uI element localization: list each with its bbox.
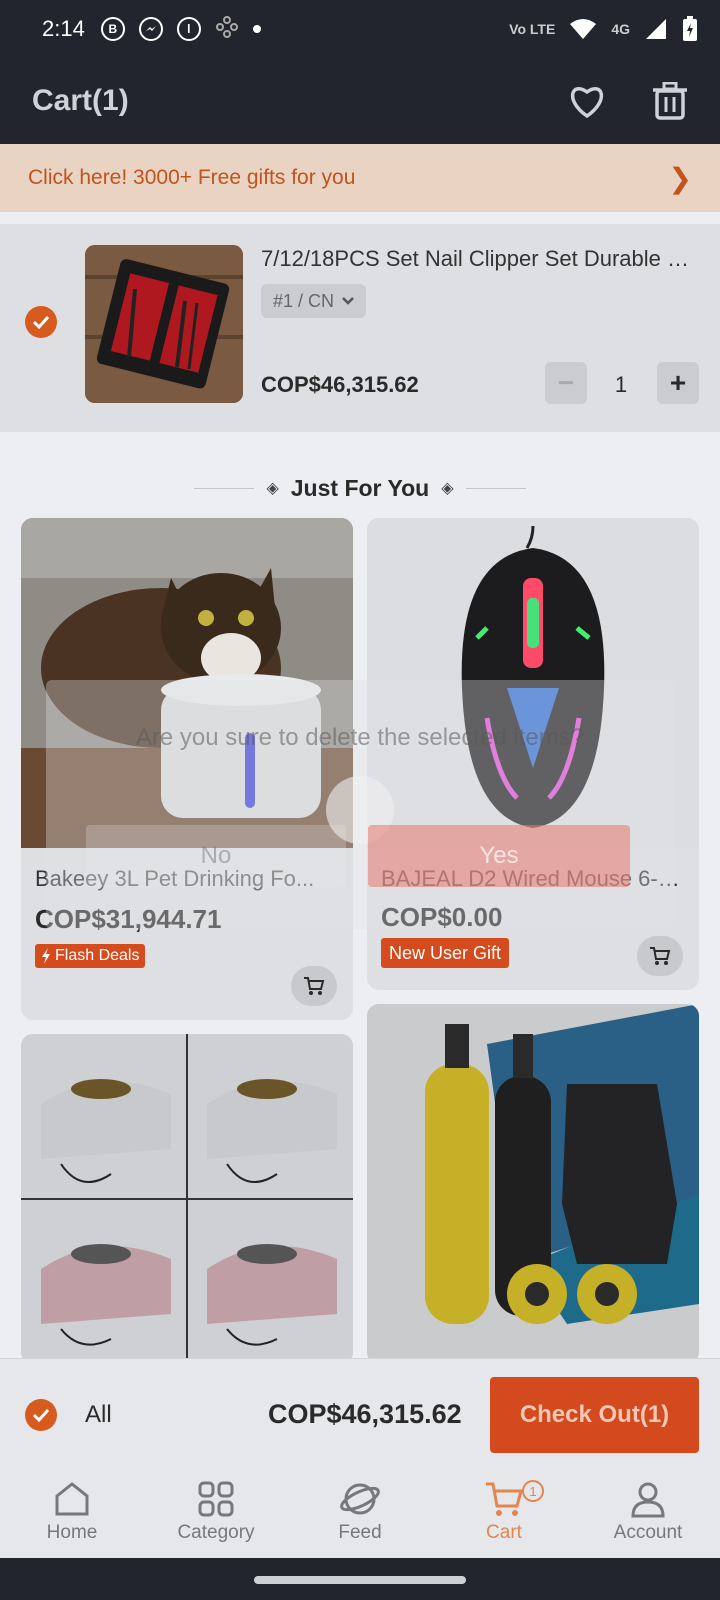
nav-home[interactable]: Home <box>0 1470 144 1558</box>
wifi-icon <box>570 19 597 39</box>
section-title: Just For You <box>290 474 430 501</box>
nav-account[interactable]: Account <box>576 1470 720 1558</box>
add-to-cart-button[interactable] <box>637 936 683 976</box>
chevron-right-icon: ❯ <box>668 162 692 194</box>
network-label: 4G <box>611 21 630 37</box>
divider <box>465 487 526 489</box>
promo-text: Click here! 3000+ Free gifts for you <box>28 166 356 189</box>
nav-label: Category <box>177 1522 255 1543</box>
signal-icon <box>646 19 666 39</box>
cart-icon <box>304 977 325 995</box>
variant-label: #1 / CN <box>273 290 335 311</box>
quantity-increase-button[interactable]: + <box>657 362 699 404</box>
cart-icon <box>486 1482 523 1516</box>
nav-label: Cart <box>486 1522 522 1543</box>
product-image <box>21 1034 353 1364</box>
divider <box>194 487 255 489</box>
app-icon: l <box>176 17 201 41</box>
nav-label: Feed <box>338 1522 382 1543</box>
cart-count-badge: 1 <box>522 1480 544 1502</box>
quantity-value: 1 <box>614 372 628 397</box>
status-right: Vo LTE 4G <box>509 16 698 42</box>
product-card[interactable] <box>21 1034 353 1364</box>
nav-category[interactable]: Category <box>144 1470 288 1558</box>
add-to-cart-button[interactable] <box>291 966 337 1006</box>
nav-label: Home <box>46 1522 98 1543</box>
cart-icon <box>650 947 671 965</box>
app-header: Cart(1) <box>0 58 720 144</box>
product-thumbnail[interactable] <box>85 245 243 403</box>
bottom-navigation: Home Category Feed 1 Cart Account <box>0 1470 720 1558</box>
delete-confirm-dialog: Are you sure to delete the selected item… <box>46 680 674 930</box>
product-card[interactable] <box>367 1004 699 1364</box>
new-user-gift-badge: New User Gift <box>381 938 510 968</box>
user-icon <box>631 1482 665 1518</box>
dots-icon <box>215 15 239 44</box>
lightning-icon <box>42 948 50 964</box>
badge-label: Flash Deals <box>55 947 140 964</box>
chevron-down-icon <box>342 297 354 305</box>
planet-icon <box>340 1483 380 1515</box>
quantity-decrease-button[interactable]: − <box>545 362 587 404</box>
grid-icon <box>198 1481 234 1517</box>
heart-icon[interactable] <box>568 83 606 119</box>
select-all-checkbox[interactable] <box>25 1399 57 1431</box>
page-title: Cart(1) <box>32 84 129 117</box>
home-icon <box>55 1482 89 1516</box>
messenger-icon <box>138 17 163 41</box>
home-gesture-handle[interactable] <box>254 1576 466 1584</box>
variant-selector[interactable]: #1 / CN <box>261 284 367 318</box>
just-for-you-header: ◈ Just For You ◈ <box>0 468 720 508</box>
item-checkbox[interactable] <box>25 306 57 338</box>
status-time: 2:14 <box>42 16 85 41</box>
no-button[interactable]: No <box>86 825 346 887</box>
volte-icon: Vo LTE <box>509 21 556 37</box>
status-bar: 2:14 B l Vo LTE 4G <box>0 0 720 58</box>
notification-icons: B l <box>100 15 261 44</box>
flash-deals-badge: Flash Deals <box>35 944 146 968</box>
yes-button[interactable]: Yes <box>368 825 630 887</box>
cart-item-price: COP$46,315.62 <box>261 372 419 397</box>
product-image <box>367 1004 699 1364</box>
trash-icon[interactable] <box>652 82 688 120</box>
diamond-icon: ◈ <box>266 480 279 497</box>
nav-label: Account <box>613 1522 683 1543</box>
free-gifts-banner[interactable]: Click here! 3000+ Free gifts for you ❯ <box>0 144 720 212</box>
checkout-button[interactable]: Check Out(1) <box>490 1377 699 1453</box>
battery-icon <box>683 16 697 41</box>
b-icon: B <box>100 17 125 41</box>
system-nav-bar <box>0 1558 720 1600</box>
total-price: COP$46,315.62 <box>268 1399 462 1429</box>
select-all-label: All <box>85 1400 112 1428</box>
cart-item-title[interactable]: 7/12/18PCS Set Nail Clipper Set Durable … <box>261 246 701 272</box>
cart-item: 7/12/18PCS Set Nail Clipper Set Durable … <box>0 224 720 432</box>
more-notifications-dot <box>252 25 261 33</box>
nav-cart[interactable]: 1 Cart <box>432 1470 576 1558</box>
diamond-icon: ◈ <box>441 480 454 497</box>
header-actions <box>568 82 688 120</box>
dialog-message: Are you sure to delete the selected item… <box>135 724 585 751</box>
checkout-bar: All COP$46,315.62 Check Out(1) <box>0 1358 720 1470</box>
nav-feed[interactable]: Feed <box>288 1470 432 1558</box>
